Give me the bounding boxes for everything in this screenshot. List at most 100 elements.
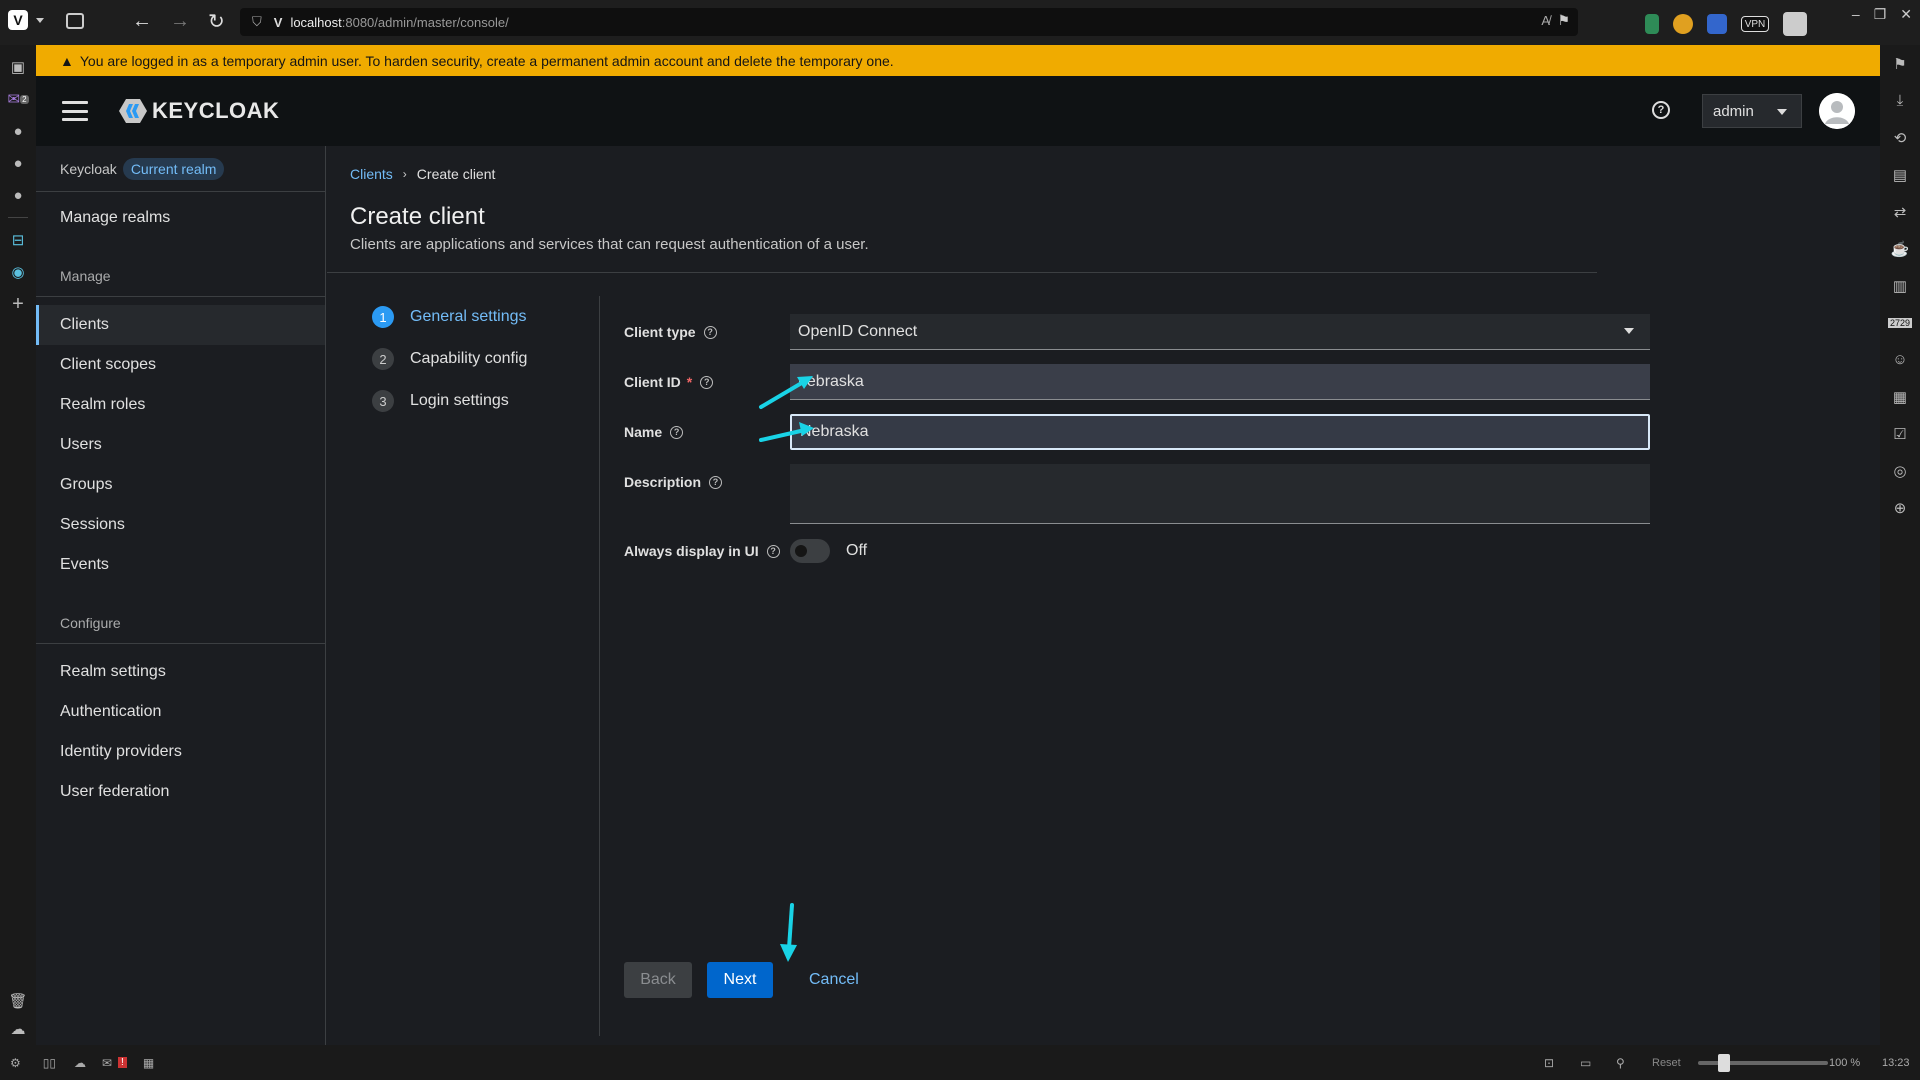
- bookmark-icon[interactable]: ⚑: [1557, 12, 1570, 29]
- zoom-reset[interactable]: Reset: [1652, 1057, 1681, 1069]
- reload-icon[interactable]: ↻: [208, 9, 225, 34]
- globe-tab-icon[interactable]: ◉: [0, 256, 36, 288]
- cancel-button[interactable]: Cancel: [809, 962, 859, 998]
- client-type-select[interactable]: OpenID Connect: [790, 314, 1650, 350]
- help-icon[interactable]: ?: [703, 325, 717, 339]
- add-panel-icon[interactable]: +: [0, 288, 36, 320]
- wizard-step-capability-config[interactable]: 2 Capability config: [372, 338, 552, 380]
- sidebar-item-clients[interactable]: Clients: [36, 305, 325, 345]
- maximize-icon[interactable]: ❐: [1874, 6, 1887, 23]
- back-button[interactable]: Back: [624, 962, 692, 998]
- add-web-panel-icon[interactable]: ⊕: [1880, 489, 1920, 526]
- sidebar-item-user-federation[interactable]: User federation: [36, 772, 325, 812]
- reading-icon[interactable]: ☕: [1880, 230, 1920, 267]
- name-input[interactable]: Nebraska: [790, 414, 1650, 450]
- breadcrumb-clients-link[interactable]: Clients: [350, 166, 393, 182]
- keycloak-logo[interactable]: KEYCLOAK: [118, 97, 279, 125]
- vivaldi-menu-icon[interactable]: V: [8, 10, 28, 30]
- temporary-admin-warning: ▲ You are logged in as a temporary admin…: [36, 45, 1880, 76]
- zoom-slider[interactable]: [1698, 1054, 1828, 1072]
- extension-shield-icon[interactable]: [1645, 14, 1659, 34]
- warning-triangle-icon: ▲: [60, 52, 74, 69]
- panel-toggle-icon[interactable]: [66, 13, 84, 29]
- calendar-icon[interactable]: ▦: [1880, 378, 1920, 415]
- sync-cloud-icon[interactable]: ☁: [74, 1056, 86, 1070]
- always-display-label: Always display in UI ?: [624, 543, 790, 559]
- wizard-step-general-settings[interactable]: 1 General settings: [372, 296, 552, 338]
- tiling-icon[interactable]: ▯▯: [43, 1056, 56, 1070]
- sidebar-item-groups[interactable]: Groups: [36, 465, 325, 505]
- required-marker: *: [686, 374, 693, 390]
- url-path: :8080/admin/master/console/: [341, 14, 509, 30]
- sidebar-section-manage: Manage: [60, 268, 111, 284]
- cloud-icon[interactable]: ☁: [0, 1013, 36, 1045]
- bookmarks-icon[interactable]: ⚑: [1880, 45, 1920, 82]
- menu-caret-icon[interactable]: [36, 18, 44, 23]
- sidebar-item-realm-settings[interactable]: Realm settings: [36, 652, 325, 692]
- capture-icon[interactable]: ▣: [0, 51, 36, 83]
- translate-icon[interactable]: A̸: [1541, 13, 1550, 28]
- zoom-slider-thumb[interactable]: [1718, 1054, 1730, 1072]
- extension-bitcoin-icon[interactable]: [1673, 14, 1693, 34]
- url-host: localhost: [290, 14, 342, 30]
- realm-selector[interactable]: Keycloak Current realm: [36, 146, 325, 192]
- calendar-status-icon[interactable]: ▦: [143, 1056, 154, 1070]
- nav-toggle-icon[interactable]: [62, 101, 88, 121]
- feed-icon[interactable]: ◎: [1880, 452, 1920, 489]
- keycloak-tab-icon[interactable]: ⊟: [0, 224, 36, 256]
- close-icon[interactable]: ✕: [1900, 6, 1912, 23]
- sidebar-item-identity-providers[interactable]: Identity providers: [36, 732, 325, 772]
- help-icon[interactable]: ?: [700, 375, 714, 389]
- sidebar-item-users[interactable]: Users: [36, 425, 325, 465]
- github-icon[interactable]: ●: [0, 179, 36, 211]
- user-dropdown[interactable]: admin: [1702, 94, 1802, 128]
- forward-arrow-icon[interactable]: →: [170, 10, 190, 33]
- masthead: KEYCLOAK ? admin: [36, 76, 1880, 146]
- sidebar-item-authentication[interactable]: Authentication: [36, 692, 325, 732]
- settings-gear-icon[interactable]: ⚙: [10, 1056, 21, 1070]
- github-icon[interactable]: ●: [0, 147, 36, 179]
- page-tile-icon[interactable]: ▭: [1580, 1056, 1591, 1070]
- profile-icon[interactable]: [1783, 12, 1807, 36]
- page-actions-icon[interactable]: ⚲: [1616, 1056, 1625, 1070]
- extension-blue-icon[interactable]: [1707, 14, 1727, 34]
- sidebar-item-events[interactable]: Events: [36, 545, 325, 585]
- downloads-icon[interactable]: ⤓: [1880, 82, 1920, 119]
- wizard-step-login-settings[interactable]: 3 Login settings: [372, 380, 552, 422]
- sidebar-item-sessions[interactable]: Sessions: [36, 505, 325, 545]
- mail-status-icon[interactable]: ✉: [102, 1056, 112, 1070]
- sidebar-item-client-scopes[interactable]: Client scopes: [36, 345, 325, 385]
- minimize-icon[interactable]: –: [1852, 6, 1860, 23]
- alert-icon[interactable]: !: [118, 1057, 127, 1068]
- chevron-down-icon: [1624, 328, 1634, 334]
- breadcrumb-current: Create client: [416, 166, 496, 182]
- sidebar-item-manage-realms[interactable]: Manage realms: [36, 198, 325, 238]
- vpn-icon[interactable]: VPN: [1741, 16, 1769, 32]
- history-icon[interactable]: ⟲: [1880, 119, 1920, 156]
- always-display-toggle[interactable]: [790, 539, 830, 563]
- help-icon[interactable]: ?: [709, 475, 723, 489]
- github-icon[interactable]: ●: [0, 115, 36, 147]
- address-bar[interactable]: ⛉ V localhost:8080/admin/master/console/…: [240, 8, 1578, 36]
- notes-icon[interactable]: ▤: [1880, 156, 1920, 193]
- tasks-icon[interactable]: ☑: [1880, 415, 1920, 452]
- back-arrow-icon[interactable]: ←: [132, 10, 152, 33]
- annotation-arrow-icon: [780, 903, 797, 962]
- contacts-icon[interactable]: ☺: [1880, 341, 1920, 378]
- description-textarea[interactable]: [790, 464, 1650, 524]
- screenshot-icon[interactable]: ⊡: [1544, 1056, 1554, 1070]
- sidebar-section-configure: Configure: [60, 615, 121, 631]
- help-icon[interactable]: ?: [1652, 101, 1670, 119]
- avatar[interactable]: [1819, 93, 1855, 129]
- client-id-input[interactable]: nebraska: [790, 364, 1650, 400]
- next-button[interactable]: Next: [707, 962, 773, 998]
- mail-icon[interactable]: ✉ 2: [0, 83, 36, 115]
- browser-status-bar: ⚙ ▯▯ ☁ ✉ ! ▦ ⊡ ▭ ⚲ Reset 100 % 13:23: [0, 1045, 1920, 1080]
- help-icon[interactable]: ?: [766, 544, 780, 558]
- book-icon[interactable]: ▥: [1880, 267, 1920, 304]
- counter-icon[interactable]: 2729: [1880, 304, 1920, 341]
- help-icon[interactable]: ?: [670, 425, 684, 439]
- sidebar-divider: [36, 296, 325, 297]
- translate-panel-icon[interactable]: ⇄: [1880, 193, 1920, 230]
- sidebar-item-realm-roles[interactable]: Realm roles: [36, 385, 325, 425]
